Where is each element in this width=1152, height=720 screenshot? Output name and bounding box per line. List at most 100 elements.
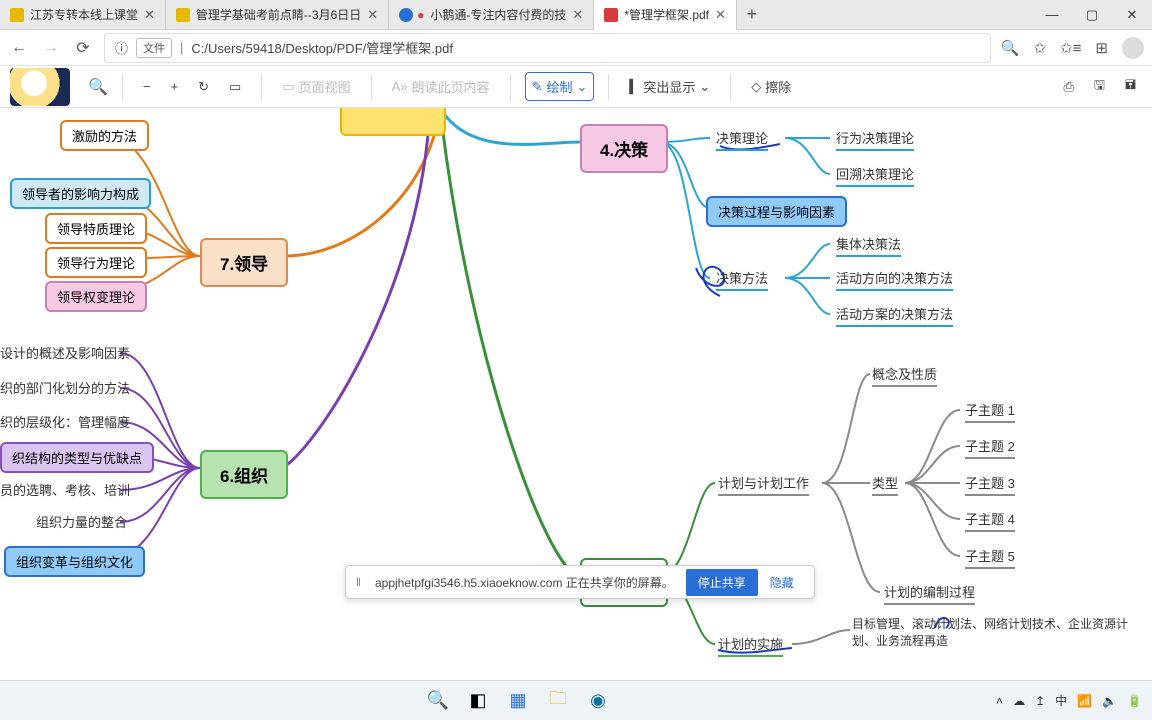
maximize-button[interactable]: ▢ (1072, 0, 1112, 30)
stop-sharing-button[interactable]: 停止共享 (686, 569, 758, 596)
explorer-button[interactable]: 🗀 (544, 687, 572, 715)
taskbar: 🔍 ◧ ▦ 🗀 ◉ ˄ ☁ ↥ 中 📶 🔈 🔋 (0, 680, 1152, 720)
read-aloud-icon: A» (392, 79, 408, 94)
leaf: 计划的实施 (718, 634, 783, 657)
info-icon: ⓘ (115, 38, 128, 57)
browser-tabbar: 江苏专转本线上课堂 ✕ 管理学基础考前点睛--3月6日日 ✕ ● 小鹅通-专注内… (0, 0, 1152, 30)
new-tab-button[interactable]: + (737, 4, 767, 25)
tab-label: *管理学框架.pdf (624, 6, 709, 23)
url-text: C:/Users/59418/Desktop/PDF/管理学框架.pdf (191, 38, 453, 57)
pdf-icon (604, 8, 618, 22)
leaf: 子主题 2 (965, 436, 1015, 459)
pen-icon: ✎ (532, 79, 543, 95)
leaf: 决策过程与影响因素 (706, 196, 847, 227)
leaf: 子主题 5 (965, 546, 1015, 569)
leaf-paragraph: 目标管理、滚动计划法、网络计划技术、企业资源计划、业务流程再造 (852, 616, 1142, 650)
collections-icon[interactable]: ⊞ (1095, 39, 1108, 57)
tray-chevron-icon[interactable]: ˄ (996, 694, 1003, 708)
leaf: 集体决策法 (836, 234, 901, 257)
zoom-out-button[interactable]: − (137, 75, 157, 98)
upload-icon[interactable]: ↥ (1035, 694, 1045, 708)
leaf: 子主题 3 (965, 473, 1015, 496)
rotate-button[interactable]: ↻ (192, 75, 215, 99)
hide-sharing-bar-button[interactable]: 隐藏 (770, 574, 794, 591)
leaf: 活动方向的决策方法 (836, 268, 953, 291)
cloud-icon[interactable]: ☁ (1013, 694, 1025, 708)
close-icon[interactable]: ✕ (715, 7, 726, 23)
leaf: 领导特质理论 (45, 213, 147, 244)
find-icon[interactable]: 🔍 (1001, 39, 1020, 57)
close-icon[interactable]: ✕ (572, 7, 583, 23)
leaf: 领导者的影响力构成 (10, 178, 151, 209)
pause-icon[interactable]: ‖ (356, 575, 363, 589)
favicon (10, 8, 24, 22)
tab-1[interactable]: 管理学基础考前点睛--3月6日日 ✕ (166, 0, 389, 30)
leaf: 子主题 4 (965, 509, 1015, 532)
draw-button[interactable]: ✎ 绘制 ⌄ (525, 72, 595, 101)
profile-avatar[interactable] (1122, 37, 1144, 59)
favicon (176, 8, 190, 22)
leaf: 织的部门化划分的方法 (0, 378, 130, 399)
favorite-icon[interactable]: ✩ (1034, 39, 1047, 57)
zoom-in-button[interactable]: + (165, 75, 185, 98)
node-root-hidden (340, 108, 446, 136)
tab-3[interactable]: *管理学框架.pdf ✕ (594, 0, 737, 30)
battery-icon[interactable]: 🔋 (1127, 694, 1142, 708)
leaf: 决策理论 (716, 128, 768, 151)
toolbar-right: 🔍 ✩ ✩≡ ⊞ (1001, 37, 1144, 59)
screen-share-bar: ‖ appjhetpfgi3546.h5.xiaoeknow.com 正在共享你… (345, 565, 815, 599)
wifi-icon[interactable]: 📶 (1077, 694, 1092, 708)
print-button[interactable]: ⎙ (1057, 75, 1079, 99)
erase-button[interactable]: ◇ 擦除 (745, 73, 797, 100)
chevron-down-icon: ⌄ (576, 79, 587, 95)
pdf-toolbar: 🔍 − + ↻ ▭ ▭ 页面视图 A» 朗读此页内容 ✎ 绘制 ⌄ ▍ 突出显示… (0, 66, 1152, 108)
start-button[interactable] (384, 687, 412, 715)
edge-button[interactable]: ◉ (584, 687, 612, 715)
close-icon[interactable]: ✕ (367, 7, 378, 23)
close-window-button[interactable]: ✕ (1112, 0, 1152, 30)
leaf: 行为决策理论 (836, 128, 914, 151)
refresh-button[interactable]: ⟳ (72, 38, 94, 58)
save-button[interactable]: 🖫 (1088, 72, 1111, 102)
page-view-icon: ▭ (282, 79, 294, 95)
leaf: 组织力量的整合 (36, 512, 127, 533)
node-7-leadership[interactable]: 7.领导 (200, 238, 288, 287)
leaf: 决策方法 (716, 268, 768, 291)
ime-indicator[interactable]: 中 (1055, 692, 1067, 709)
widgets-button[interactable]: ▦ (504, 687, 532, 715)
tab-2[interactable]: ● 小鹅通-专注内容付费的技 ✕ (389, 0, 594, 30)
leaf: 组织变革与组织文化 (4, 546, 145, 577)
url-field[interactable]: ⓘ 文件 | C:/Users/59418/Desktop/PDF/管理学框架.… (104, 33, 991, 63)
volume-icon[interactable]: 🔈 (1102, 694, 1117, 708)
back-button[interactable]: ← (8, 39, 30, 57)
highlight-button[interactable]: ▍ 突出显示 ⌄ (623, 73, 716, 100)
node-6-organization[interactable]: 6.组织 (200, 450, 288, 499)
forward-button: → (40, 39, 62, 57)
tab-label: 管理学基础考前点睛--3月6日日 (196, 6, 361, 23)
close-icon[interactable]: ✕ (144, 7, 155, 23)
brand-logo (10, 68, 70, 106)
save-as-button[interactable]: 🖬 (1119, 72, 1142, 102)
favorites-bar-icon[interactable]: ✩≡ (1060, 39, 1081, 57)
window-controls: — ▢ ✕ (1032, 0, 1152, 30)
taskbar-center: 🔍 ◧ ▦ 🗀 ◉ (0, 687, 996, 715)
leaf: 回溯决策理论 (836, 164, 914, 187)
minimize-button[interactable]: — (1032, 0, 1072, 30)
leaf: 活动方案的决策方法 (836, 304, 953, 327)
fit-button[interactable]: ▭ (223, 75, 247, 99)
tab-0[interactable]: 江苏专转本线上课堂 ✕ (0, 0, 166, 30)
chevron-down-icon: ⌄ (699, 79, 710, 95)
tab-label: 小鹅通-专注内容付费的技 (430, 6, 566, 23)
highlighter-icon: ▍ (629, 79, 639, 95)
task-view-button[interactable]: ◧ (464, 687, 492, 715)
favicon (399, 8, 413, 22)
page-view-button: ▭ 页面视图 (276, 73, 356, 100)
address-bar: ← → ⟳ ⓘ 文件 | C:/Users/59418/Desktop/PDF/… (0, 30, 1152, 66)
leaf: 激励的方法 (60, 120, 149, 151)
read-aloud-button: A» 朗读此页内容 (386, 73, 496, 100)
search-in-page-icon[interactable]: 🔍 (88, 77, 108, 97)
node-4-decision[interactable]: 4.决策 (580, 124, 668, 173)
taskbar-search-button[interactable]: 🔍 (424, 687, 452, 715)
tab-label: 江苏专转本线上课堂 (30, 6, 138, 23)
record-icon: ● (417, 8, 424, 22)
